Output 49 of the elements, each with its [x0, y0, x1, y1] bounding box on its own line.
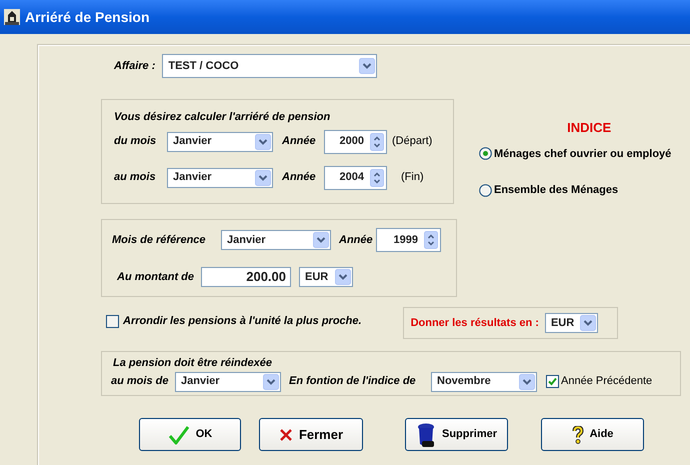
amount-field[interactable]: 200.00 [201, 267, 291, 287]
app-icon [3, 8, 21, 26]
dialog-button[interactable]: OK [139, 418, 241, 451]
note-text: (Fin) [401, 170, 424, 186]
field-label: au mois de [111, 374, 170, 390]
note-text: (Départ) [392, 134, 432, 150]
dropdown[interactable]: Janvier [167, 132, 273, 152]
spin-arrows-icon[interactable] [370, 132, 384, 150]
window-title: Arriéré de Pension [25, 8, 150, 26]
field-label: Année [339, 232, 374, 248]
dropdown[interactable]: Janvier [167, 168, 273, 188]
spin-field[interactable]: 1999 [376, 228, 441, 252]
dropdown[interactable]: Janvier [175, 372, 281, 392]
field-label: Mois de référence [112, 232, 207, 248]
checkbox-label: Année Précédente [561, 374, 652, 390]
dropdown[interactable]: Novembre [431, 372, 537, 392]
field-label: Au montant de [117, 270, 195, 285]
dropdown[interactable]: TEST / COCO [162, 54, 378, 78]
field-label: La pension doit être réindexée [113, 356, 272, 371]
field-label: du mois [114, 134, 158, 150]
option-label: Ménages chef ouvrier ou employé [494, 146, 672, 162]
checkbox[interactable] [546, 375, 559, 388]
close-icon [278, 428, 293, 442]
field-label: Vous désirez calculer l'arriéré de pension [114, 110, 330, 125]
dialog-button[interactable]: Supprimer [405, 418, 508, 451]
field-label: Année [282, 170, 317, 186]
spin-field[interactable]: 2000 [324, 130, 387, 154]
dropdown[interactable]: Janvier [221, 230, 331, 250]
spin-field[interactable]: 2004 [324, 166, 387, 190]
field-label: Donner les résultats en : [410, 316, 539, 331]
radio-button[interactable] [479, 147, 492, 160]
spin-arrows-icon[interactable] [370, 168, 384, 186]
dialog-button[interactable]: Fermer [259, 418, 363, 451]
question-mark-icon [572, 426, 584, 444]
trash-can-icon [416, 422, 436, 448]
check-icon [168, 424, 190, 444]
field-label: au mois [114, 170, 157, 186]
dropdown[interactable]: EUR [544, 313, 598, 333]
section-title: INDICE [567, 119, 612, 137]
radio-button[interactable] [479, 184, 492, 197]
field-label: Affaire : [114, 58, 156, 74]
dialog-button[interactable]: Aide [541, 418, 644, 451]
option-label: Ensemble des Ménages [494, 183, 618, 198]
field-label: Arrondir les pensions à l'unité la plus proche. [123, 314, 362, 329]
spin-arrows-icon[interactable] [424, 231, 438, 249]
field-label: En fontion de l'indice de [289, 374, 417, 390]
dropdown[interactable]: EUR [299, 267, 353, 287]
checkbox[interactable] [106, 314, 119, 328]
field-label: Année [282, 134, 317, 150]
